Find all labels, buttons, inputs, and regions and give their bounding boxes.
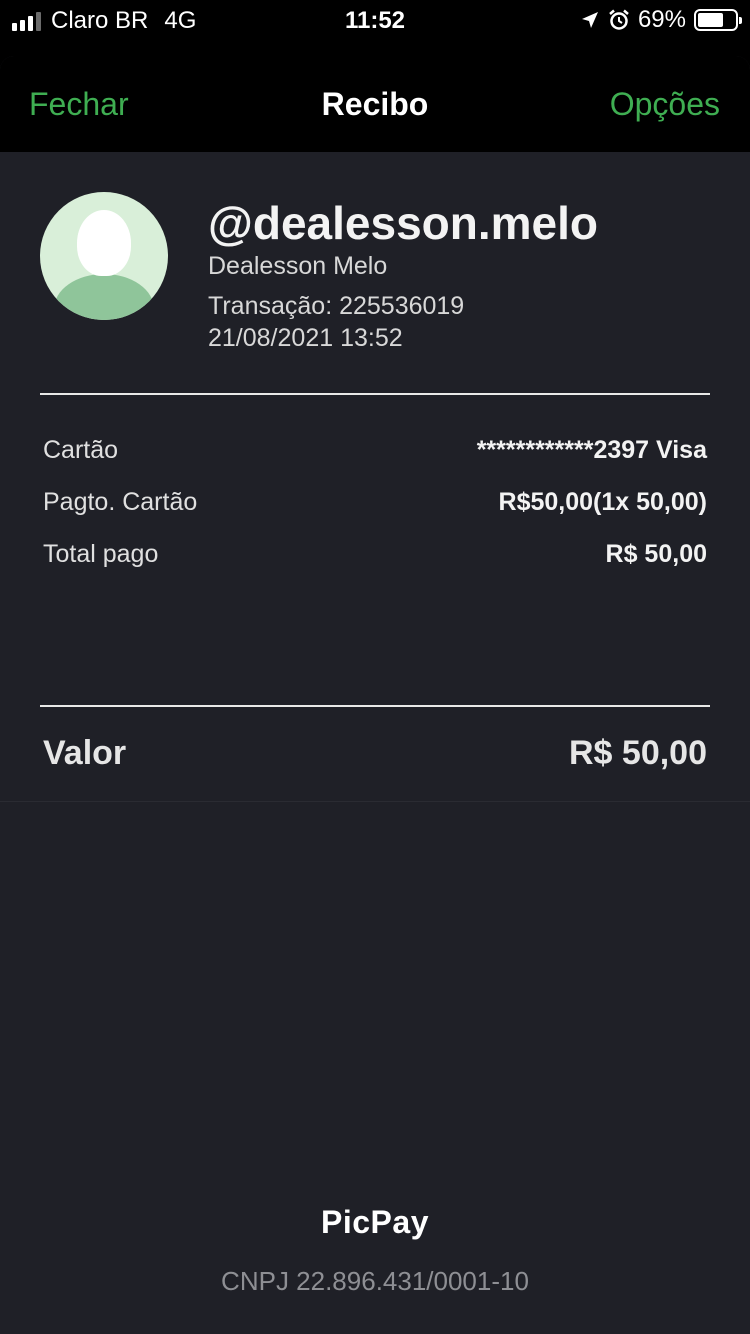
battery-percent: 69% — [637, 6, 686, 33]
options-button[interactable]: Opções — [610, 86, 720, 123]
valor-row: Valor R$ 50,00 — [43, 734, 707, 773]
full-name: Dealesson Melo — [208, 252, 388, 280]
detail-row-card: Cartão ************2397 Visa — [43, 436, 707, 465]
detail-row-total: Total pago R$ 50,00 — [43, 540, 707, 569]
divider-top — [40, 393, 710, 395]
avatar-body — [54, 274, 154, 320]
status-bar: Claro BR 4G 11:52 69% — [0, 0, 750, 40]
cnpj-text: CNPJ 22.896.431/0001-10 — [221, 1266, 529, 1296]
section-separator — [0, 801, 750, 802]
detail-value: ************2397 Visa — [476, 436, 707, 464]
avatar — [40, 192, 168, 320]
detail-label: Total pago — [43, 540, 159, 568]
alarm-icon — [609, 9, 629, 30]
status-right: 69% — [580, 6, 742, 34]
detail-row-payment: Pagto. Cartão R$50,00(1x 50,00) — [43, 488, 707, 517]
valor-amount: R$ 50,00 — [569, 734, 707, 772]
nav-bar: Fechar Recibo Opções — [0, 56, 750, 152]
detail-label: Pagto. Cartão — [43, 488, 198, 516]
transaction-id: Transação: 225536019 — [208, 292, 465, 320]
detail-value: R$50,00(1x 50,00) — [498, 488, 707, 516]
username: @dealesson.melo — [208, 197, 598, 249]
detail-value: R$ 50,00 — [605, 540, 707, 568]
transaction-datetime: 21/08/2021 13:52 — [208, 324, 403, 352]
battery-icon — [694, 9, 742, 31]
avatar-head — [77, 210, 131, 276]
valor-label: Valor — [43, 734, 127, 772]
receipt-sheet: Fechar Recibo Opções @dealesson.melo Dea… — [0, 56, 750, 1334]
detail-label: Cartão — [43, 436, 119, 464]
picpay-logo: PicPay — [321, 1204, 429, 1240]
battery-fill — [698, 13, 723, 27]
divider-bottom — [40, 705, 710, 707]
location-arrow-icon — [581, 12, 598, 28]
